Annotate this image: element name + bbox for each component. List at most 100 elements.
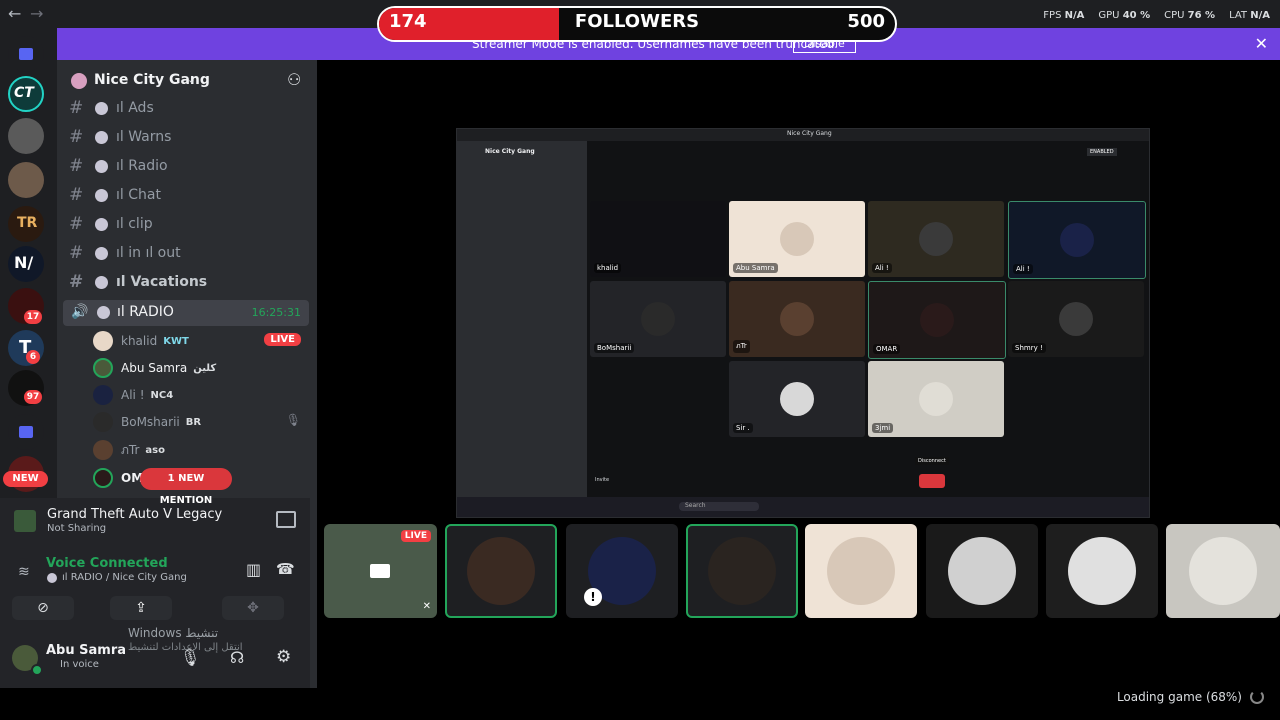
live-badge: LIVE	[264, 333, 301, 346]
server-nv[interactable]: N/	[8, 246, 44, 282]
alert-icon: !	[584, 588, 602, 606]
noise-suppression-icon[interactable]: ▥	[246, 560, 261, 579]
live-badge: LIVE	[400, 530, 431, 542]
server-ct[interactable]: CT	[8, 76, 44, 112]
tile-shmry[interactable]: Shmry !	[1008, 281, 1144, 357]
activity-panel: Grand Theft Auto V Legacy Not Sharing	[0, 498, 310, 546]
followers-goal-bar: FOLLOWERS 174 500	[377, 6, 897, 42]
inner-enabled-tag: ENABLED	[1087, 148, 1117, 156]
avatar	[93, 331, 113, 351]
tile-3jmi[interactable]: 3jmi	[868, 361, 1004, 437]
inner-disconnect-button[interactable]	[919, 474, 945, 488]
windows-activation-watermark: Windows تنشيط	[128, 626, 219, 640]
close-icon[interactable]: ✕	[1255, 34, 1268, 53]
inner-titlebar: Nice City Gang	[457, 129, 1149, 141]
strip-omar[interactable]	[686, 524, 798, 618]
share-status: Not Sharing	[47, 523, 107, 534]
server-tr[interactable]: TR	[8, 206, 44, 242]
voice-channel-timer: 16:25:31	[251, 306, 301, 319]
voice-channel-path[interactable]: ıl RADIO / Nice City Gang	[62, 572, 187, 583]
loading-status: Loading game (68%)	[1116, 690, 1242, 704]
channel-radio-text[interactable]: # ıl Radio	[69, 154, 309, 178]
shared-screen-window[interactable]: Nice City Gang Nice City Gang ENABLED kh…	[456, 128, 1150, 518]
channel-in-out[interactable]: # ıl in ıl out	[69, 241, 309, 265]
stat-lat: LAT N/A	[1229, 10, 1270, 21]
server-4[interactable]	[8, 162, 44, 198]
folder-icon[interactable]	[8, 36, 44, 72]
strip-ali[interactable]: !	[566, 524, 678, 618]
server-avatar-icon	[71, 73, 87, 89]
online-status-icon	[31, 664, 43, 676]
screen-icon	[370, 564, 390, 578]
connection-icon[interactable]: ≋	[18, 564, 30, 580]
channel-dot-icon	[97, 306, 110, 319]
tile-khalid[interactable]: khalid	[590, 201, 726, 277]
video-off-button[interactable]: ⊘	[12, 596, 74, 620]
disconnect-icon[interactable]: ☎	[276, 560, 295, 578]
strip-abu-samra[interactable]	[805, 524, 917, 618]
tile-sir[interactable]: Sir .	[729, 361, 865, 437]
loading-spinner-icon	[1250, 690, 1264, 704]
voice-user-ntr[interactable]: ภTr aso	[93, 439, 309, 461]
inner-taskbar: Search	[457, 497, 1149, 517]
username[interactable]: Abu Samra	[46, 643, 126, 658]
activities-button[interactable]: ✥	[222, 596, 284, 620]
channel-clip[interactable]: # ıl clip	[69, 212, 309, 236]
voice-channel-radio[interactable]: 🔊 ıl RADIO 16:25:31	[63, 300, 309, 326]
performance-stats: FPS N/A GPU 40 % CPU 76 % LAT N/A	[1043, 10, 1270, 21]
back-arrow-icon[interactable]: ←	[8, 4, 21, 23]
voice-connected-panel: ≋ Voice Connected ıl RADIO / Nice City G…	[0, 546, 310, 636]
strip-sir[interactable]	[1046, 524, 1158, 618]
avatar	[93, 358, 113, 378]
strip-shmry[interactable]	[926, 524, 1038, 618]
tile-abu-samra[interactable]: Abu Samra	[729, 201, 865, 277]
voice-user-abu-samra[interactable]: Abu Samra كلين	[93, 357, 309, 379]
screen-share-icon[interactable]	[276, 511, 296, 528]
channel-dot-icon	[47, 573, 57, 583]
server-3[interactable]	[8, 118, 44, 154]
channel-chat[interactable]: # ıl Chat	[69, 183, 309, 207]
tile-ntr[interactable]: ภTr	[729, 281, 865, 357]
new-mention-pill[interactable]: 1 NEW MENTION	[140, 468, 232, 506]
server-t-badge: 6	[26, 350, 40, 364]
inner-invite[interactable]: Invite	[595, 477, 609, 483]
voice-connected-title[interactable]: Voice Connected	[46, 556, 168, 571]
strip-ntr[interactable]	[445, 524, 557, 618]
voice-channel-name: ıl RADIO	[117, 304, 174, 320]
server-7-badge: 17	[24, 310, 42, 324]
muted-mic-icon: 🎙	[285, 413, 301, 427]
game-icon	[14, 510, 36, 532]
avatar	[93, 412, 113, 432]
channel-ads[interactable]: # ıl Ads	[69, 96, 309, 120]
stat-fps: FPS N/A	[1043, 10, 1085, 21]
followers-target: 500	[847, 11, 885, 32]
mute-stream-icon[interactable]: ✕	[423, 601, 431, 612]
channel-warns[interactable]: # ıl Warns	[69, 125, 309, 149]
user-status: In voice	[60, 659, 99, 670]
avatar	[93, 440, 113, 460]
forward-arrow-icon[interactable]: →	[30, 4, 43, 23]
followers-label: FOLLOWERS	[574, 11, 700, 32]
tile-ali[interactable]: Ali !	[868, 201, 1004, 277]
inner-disconnect-tooltip: Disconnect	[915, 457, 949, 465]
folder-icon-2[interactable]	[8, 414, 44, 450]
channel-vacations[interactable]: # ıl Vacations	[69, 270, 309, 294]
new-unread-pill[interactable]: NEW	[3, 471, 48, 487]
chevron-down-icon[interactable]: ⌄	[187, 73, 196, 86]
tile-bomsharii[interactable]: BoMsharii	[590, 281, 726, 357]
speaker-icon: 🔊	[71, 304, 89, 320]
server-9-badge: 97	[24, 390, 42, 404]
voice-user-ali[interactable]: Ali ! NC4	[93, 384, 309, 406]
avatar	[93, 385, 113, 405]
tile-omar-2[interactable]: OMAR	[868, 281, 1006, 359]
voice-user-khalid[interactable]: khalid KWT LIVE	[93, 330, 309, 352]
settings-gear-icon[interactable]: ⚙	[276, 647, 291, 667]
tile-omar[interactable]: Ali !	[1008, 201, 1146, 279]
strip-khalid-stream[interactable]: LIVE ✕	[324, 524, 437, 618]
windows-activation-hint: انتقل إلى الإعدادات لتنشيط	[128, 642, 243, 653]
screen-share-button[interactable]: ⇪	[110, 596, 172, 620]
strip-3jmi[interactable]	[1166, 524, 1280, 618]
followers-current: 174	[389, 11, 427, 32]
add-member-icon[interactable]: ⚇	[287, 70, 301, 89]
voice-user-bomsharii[interactable]: BoMsharii BR 🎙	[93, 411, 309, 433]
